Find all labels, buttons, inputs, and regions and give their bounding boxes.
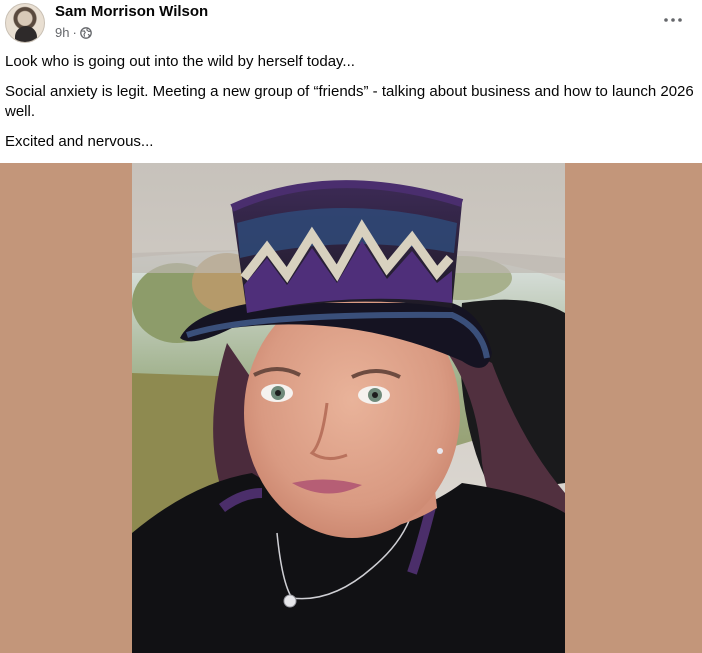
post-paragraph: Look who is going out into the wild by h… (5, 53, 355, 70)
post-header: Sam Morrison Wilson 9h · (0, 0, 702, 48)
post-paragraph: Social anxiety is legit. Meeting a new g… (5, 83, 694, 120)
more-horizontal-icon (664, 18, 682, 22)
selfie-photo-image (132, 163, 565, 653)
author-avatar[interactable] (5, 3, 45, 43)
post-text: Look who is going out into the wild by h… (5, 52, 697, 162)
feed-post: Sam Morrison Wilson 9h · Look who is goi… (0, 0, 702, 653)
globe-icon[interactable] (79, 26, 92, 39)
post-photo[interactable] (132, 163, 565, 653)
author-name[interactable]: Sam Morrison Wilson (55, 3, 208, 20)
post-paragraph: Excited and nervous... (5, 133, 154, 150)
post-photo-container[interactable] (0, 163, 702, 653)
meta-separator: · (72, 25, 77, 40)
more-options-button[interactable] (662, 10, 684, 30)
post-meta: 9h · (55, 25, 92, 40)
post-timestamp[interactable]: 9h (55, 25, 69, 40)
